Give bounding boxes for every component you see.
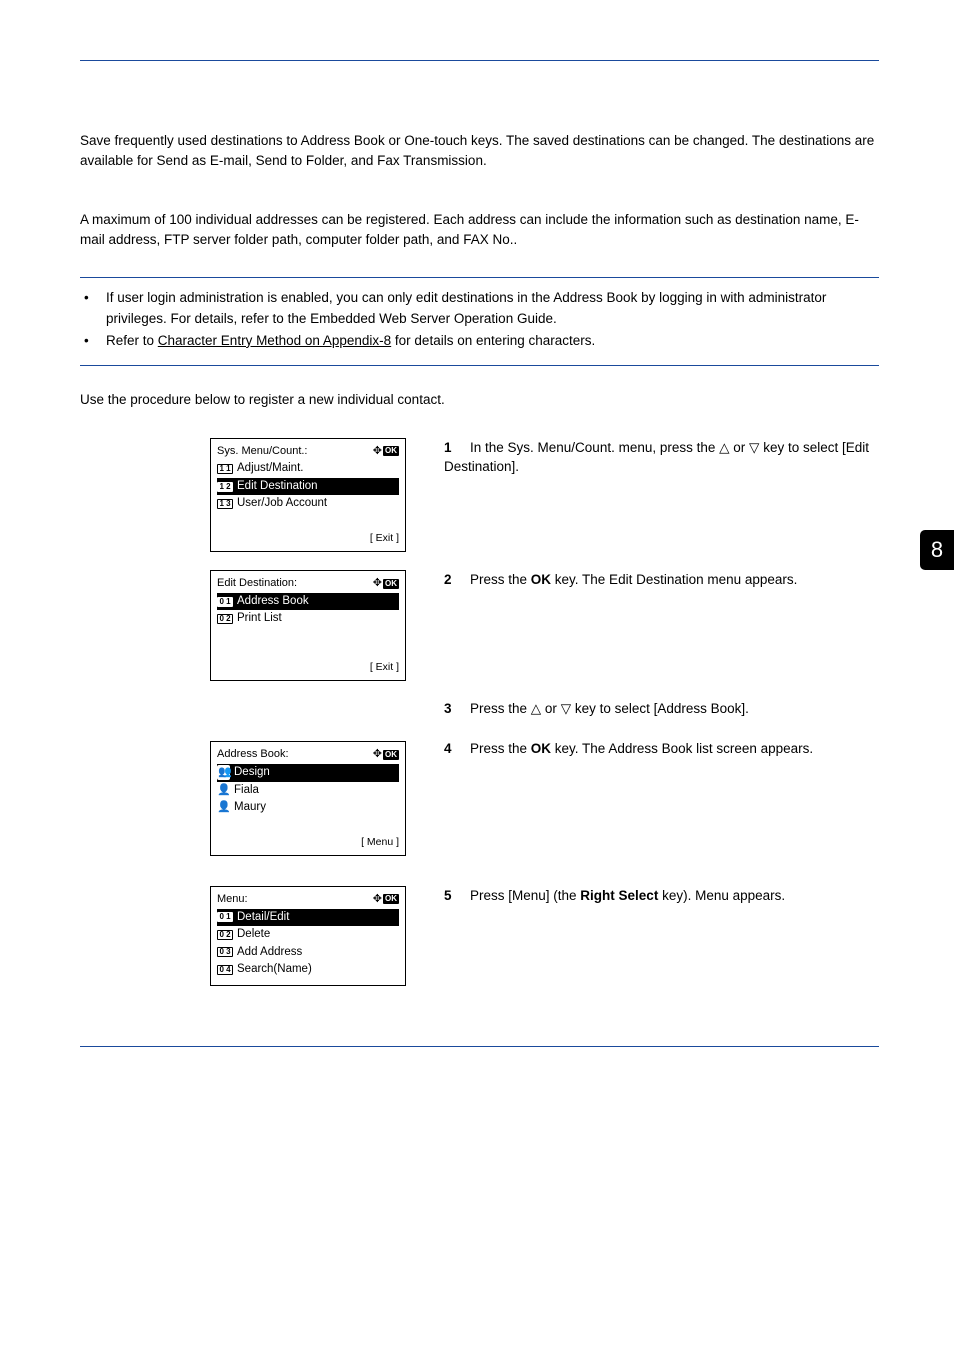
row-badge: 0 1 [217,912,233,922]
row-text: Maury [234,800,266,816]
footer-left [217,660,267,674]
footer-left [217,531,267,545]
link-character-entry[interactable]: Character Entry Method on Appendix-8 [158,333,391,348]
chapter-tab: 8 [920,530,954,570]
ok-icon: OK [383,750,399,760]
top-rule [80,60,879,61]
lcd-screen-4: Menu: ✥ OK 0 1 Detail/Edit 0 2 Delete 0 … [210,886,406,986]
lcd-screen-3: Address Book: ✥ OK 👥 Design 👤 Fiala 👤 Ma… [210,741,406,856]
row-badge: 0 3 [217,947,233,957]
row-badge: 1 2 [217,482,233,492]
row-badge: 0 1 [217,597,233,607]
row-badge: 0 4 [217,965,233,975]
bottom-rule [80,1046,879,1047]
step-2-text: 2Press the OK key. The Edit Destination … [444,570,879,590]
row-text: User/Job Account [237,496,327,512]
row-badge: 1 1 [217,464,233,474]
note-2: Refer to Character Entry Method on Appen… [106,331,595,351]
nav-icon: ✥ [373,576,380,591]
lcd-title: Menu: [217,892,248,907]
limit-text: A maximum of 100 individual addresses ca… [80,210,879,249]
ok-icon: OK [383,894,399,904]
row-text: Adjust/Maint. [237,461,303,477]
person-icon: 👤 [217,783,230,798]
bullet-icon: • [84,288,106,329]
row-text: Design [234,765,270,781]
nav-icon: ✥ [373,892,380,907]
row-text: Print List [237,611,282,627]
lcd-title: Sys. Menu/Count.: [217,444,308,459]
row-text: Search(Name) [237,962,312,978]
lcd-title: Address Book: [217,747,289,762]
row-text: Fiala [234,783,259,799]
row-text: Add Address [237,945,302,961]
step-3-text: 3Press the △ or ▽ key to select [Address… [444,699,879,719]
lcd-screen-2: Edit Destination: ✥ OK 0 1 Address Book … [210,570,406,681]
row-badge: 1 3 [217,499,233,509]
lcd-screen-1: Sys. Menu/Count.: ✥ OK 1 1 Adjust/Maint.… [210,438,406,553]
procedure-intro: Use the procedure below to register a ne… [80,390,879,410]
footer-right: [ Exit ] [349,660,399,674]
note-block: • If user login administration is enable… [80,277,879,366]
lcd-title: Edit Destination: [217,576,297,591]
row-text: Delete [237,927,270,943]
footer-right: [ Exit ] [349,531,399,545]
step-5-text: 5Press [Menu] (the Right Select key). Me… [444,886,879,906]
row-text: Edit Destination [237,479,318,495]
person-icon: 👤 [217,800,230,815]
intro-text: Save frequently used destinations to Add… [80,131,879,170]
row-text: Detail/Edit [237,910,289,926]
group-icon: 👥 [217,765,230,780]
row-badge: 0 2 [217,930,233,940]
step-4-text: 4Press the OK key. The Address Book list… [444,739,879,759]
row-badge: 0 2 [217,614,233,624]
nav-icon: ✥ [373,444,380,459]
ok-icon: OK [383,579,399,589]
row-text: Address Book [237,594,309,610]
note-1: If user login administration is enabled,… [106,288,879,329]
ok-icon: OK [383,446,399,456]
step-1-text: 1In the Sys. Menu/Count. menu, press the… [444,438,879,477]
footer-right: [ Menu ] [349,835,399,849]
bullet-icon: • [84,331,106,351]
footer-left [217,835,267,849]
nav-icon: ✥ [373,747,380,762]
